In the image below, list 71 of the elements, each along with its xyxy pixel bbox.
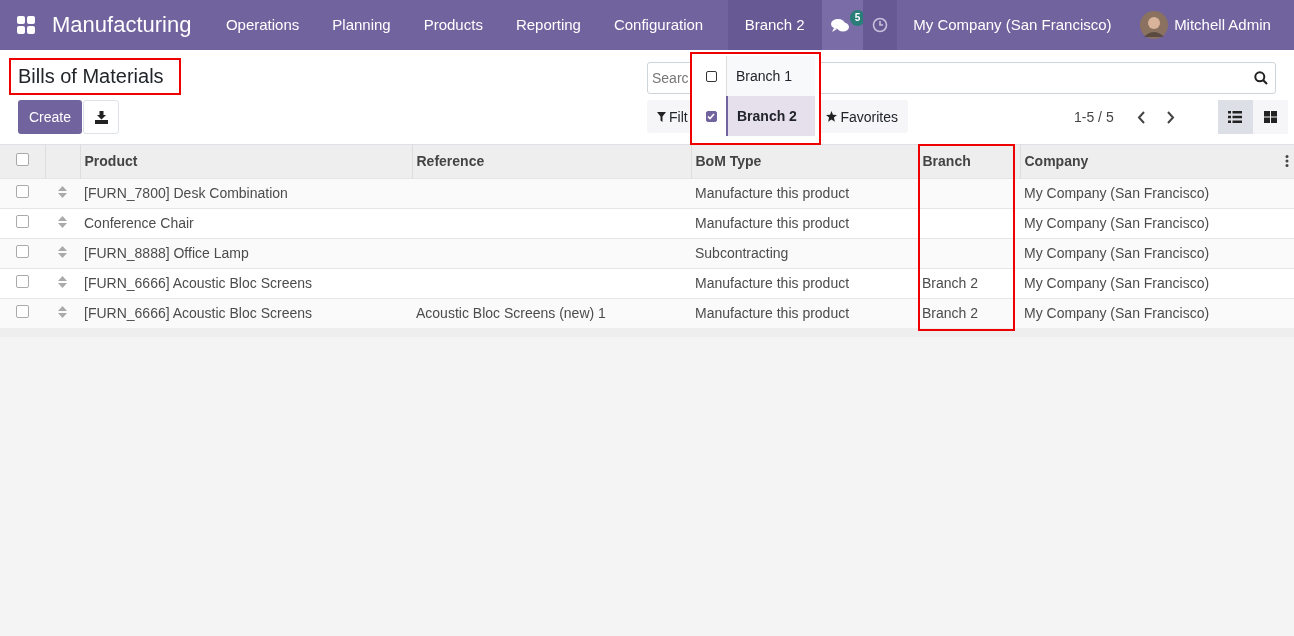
checkbox[interactable] — [705, 70, 717, 82]
table-cell: [FURN_6666] Acoustic Bloc Screens — [84, 305, 312, 322]
table-cell: Branch 2 — [922, 275, 979, 291]
menu-item[interactable]: Configuration — [597, 0, 720, 50]
search-icon[interactable] — [1254, 71, 1268, 85]
page-title: Bills of Materials — [18, 65, 164, 88]
table-cell: [FURN_8888] Office Lamp — [84, 245, 249, 261]
column-header[interactable]: Reference — [412, 145, 691, 178]
grid-view-icon — [1263, 111, 1277, 123]
table-cell: Manufacture this product — [695, 305, 850, 322]
table-cell: Acoustic Bloc Screens (new) 1 — [416, 305, 606, 322]
company-switcher[interactable]: My Company (San Francisco) — [896, 0, 1129, 50]
create-button[interactable]: Create — [18, 100, 83, 134]
table-cell: Conference Chair — [84, 215, 194, 231]
column-header[interactable]: Product — [80, 145, 412, 178]
dropdown-item[interactable]: Branch 1 — [726, 56, 815, 96]
table-cell: My Company (San Francisco) — [1024, 245, 1210, 261]
star-icon — [826, 111, 838, 122]
dropdown-item[interactable]: Branch 2 — [726, 96, 815, 136]
download-button[interactable] — [83, 100, 120, 134]
row-checkbox[interactable] — [16, 275, 29, 288]
checkbox[interactable] — [705, 110, 717, 122]
drag-handle-icon[interactable] — [58, 186, 67, 198]
view-switch-button[interactable] — [1252, 100, 1288, 134]
column-header[interactable]: Company — [1020, 145, 1294, 178]
table-cell: Manufacture this product — [695, 185, 850, 201]
view-switch-button[interactable] — [1217, 100, 1253, 134]
row-checkbox[interactable] — [16, 215, 29, 228]
menu-item[interactable]: Operations — [209, 0, 316, 50]
menu-item[interactable]: Products — [407, 0, 500, 50]
table-cell: My Company (San Francisco) — [1024, 215, 1210, 231]
menu-item[interactable]: Planning — [315, 0, 408, 50]
apps-menu-icon[interactable] — [17, 16, 35, 34]
avatar-icon — [1140, 11, 1169, 39]
download-icon — [94, 110, 108, 124]
row-checkbox[interactable] — [16, 185, 29, 198]
user-menu[interactable]: Mitchell Admin — [1128, 0, 1271, 50]
table-cell: Subcontracting — [695, 245, 789, 261]
column-header[interactable]: Branch — [918, 145, 1020, 178]
select-all-checkbox[interactable] — [15, 153, 29, 167]
menu-item[interactable]: Reporting — [499, 0, 598, 50]
list-view-icon — [1228, 111, 1243, 123]
filters-button[interactable]: Filt — [657, 108, 688, 125]
row-checkbox[interactable] — [16, 305, 29, 319]
table-cell: My Company (San Francisco) — [1024, 185, 1210, 201]
drag-handle-icon[interactable] — [58, 246, 67, 258]
chevron-right-icon — [1166, 110, 1175, 124]
app-name[interactable]: Manufacturing — [52, 12, 192, 38]
table-cell: My Company (San Francisco) — [1024, 305, 1210, 322]
chevron-left-icon — [1136, 110, 1145, 124]
table-cell: [FURN_7800] Desk Combination — [84, 185, 288, 201]
column-header[interactable]: BoM Type — [691, 145, 918, 178]
table-cell: Manufacture this product — [695, 215, 850, 231]
table-cell: [FURN_6666] Acoustic Bloc Screens — [84, 275, 312, 291]
chat-icon — [830, 17, 849, 33]
activities-button[interactable] — [862, 0, 897, 50]
pager-value[interactable]: 1-5 / 5 — [1074, 109, 1114, 125]
clock-icon — [871, 17, 888, 33]
drag-handle-icon[interactable] — [58, 216, 67, 228]
more-options-icon[interactable] — [1285, 155, 1289, 167]
row-checkbox[interactable] — [16, 245, 29, 258]
filter-icon — [657, 111, 666, 122]
check-icon — [707, 112, 715, 120]
drag-handle-icon[interactable] — [58, 276, 67, 288]
table-cell: Branch 2 — [922, 305, 979, 322]
drag-handle-icon[interactable] — [58, 306, 67, 319]
table-cell: My Company (San Francisco) — [1024, 275, 1210, 291]
messages-button[interactable]: 5 — [821, 0, 863, 50]
branch-switcher[interactable]: Branch 2 — [727, 0, 822, 50]
table-cell: Manufacture this product — [695, 275, 850, 291]
favorites-button[interactable]: Favorites — [826, 108, 898, 125]
